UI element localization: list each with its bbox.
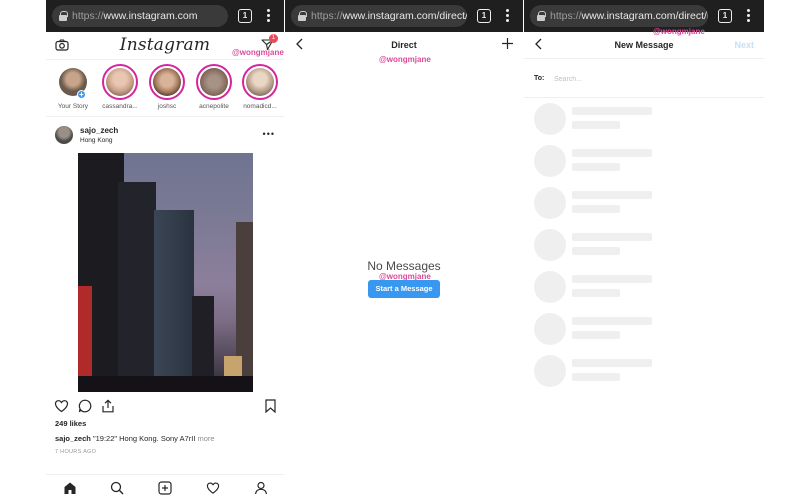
loading-placeholder-row (534, 103, 744, 137)
loading-placeholder-row (534, 187, 744, 221)
story-item[interactable]: nomadicd... (237, 64, 283, 110)
story-your-story[interactable]: + Your Story (50, 64, 96, 110)
heart-icon[interactable] (54, 399, 69, 413)
building-mid (118, 182, 156, 392)
post-actions (46, 398, 284, 416)
like-count[interactable]: 249 likes (55, 419, 86, 428)
street (78, 376, 253, 392)
browser-menu-icon[interactable] (506, 8, 510, 24)
new-message-header: New Message Next (524, 32, 764, 58)
lock-icon (298, 11, 307, 21)
story-ring (102, 64, 138, 100)
watermark-text: @wongmjane (379, 55, 431, 64)
start-message-button[interactable]: Start a Message (368, 280, 440, 298)
next-button[interactable]: Next (734, 40, 754, 50)
address-bar[interactable]: https://www.instagram.com (52, 5, 228, 27)
caption-text: "19:22" Hong Kong. Sony A7rII (90, 434, 198, 443)
story-label: Your Story (57, 103, 89, 110)
story-label: cassandra... (102, 103, 138, 110)
post-caption: sajo_zech "19:22" Hong Kong. Sony A7rII … (55, 434, 278, 443)
share-icon[interactable] (101, 399, 115, 413)
url-text: www.instagram.com (103, 10, 198, 22)
page-title: Direct (391, 40, 417, 50)
loading-placeholder-row (534, 355, 744, 389)
tab-count-button[interactable]: 1 (238, 9, 252, 23)
home-icon[interactable] (63, 481, 77, 495)
activity-heart-icon[interactable] (206, 481, 220, 495)
story-item[interactable]: joshsc (144, 64, 190, 110)
address-bar[interactable]: https://www.instagram.com/direct/n (530, 5, 708, 27)
comment-icon[interactable] (78, 399, 92, 413)
url-text: www.instagram.com/direct/i (342, 10, 467, 22)
new-post-icon[interactable] (158, 481, 172, 495)
story-label: nomadicd... (243, 103, 277, 110)
browser-toolbar: https://www.instagram.com/direct/i 1 (285, 0, 523, 32)
to-label: To: (534, 75, 545, 82)
building-tower (154, 210, 194, 392)
avatar (106, 68, 134, 96)
post-username[interactable]: sajo_zech (80, 126, 118, 135)
post-location[interactable]: Hong Kong (80, 137, 113, 144)
tab-count-button[interactable]: 1 (477, 9, 491, 23)
url-scheme: https:// (311, 10, 343, 22)
browser-toolbar: https://www.instagram.com 1 (46, 0, 284, 32)
more-options-icon[interactable]: ••• (263, 129, 275, 139)
tab-count-button[interactable]: 1 (718, 9, 732, 23)
empty-state-text: No Messages (367, 259, 441, 273)
direct-screen: https://www.instagram.com/direct/i 1 Dir… (285, 0, 523, 500)
loading-placeholder-row (534, 229, 744, 263)
sign-left (78, 286, 92, 386)
recipient-bar: To: (524, 58, 764, 98)
browser-toolbar: https://www.instagram.com/direct/n 1 (524, 0, 764, 32)
url-scheme: https:// (72, 10, 104, 22)
search-icon[interactable] (110, 481, 124, 495)
story-ring (242, 64, 278, 100)
avatar (200, 68, 228, 96)
address-bar[interactable]: https://www.instagram.com/direct/i (291, 5, 467, 27)
loading-placeholder-row (534, 271, 744, 305)
new-message-plus-icon[interactable] (501, 37, 514, 50)
caption-username[interactable]: sajo_zech (55, 434, 91, 443)
post-photo[interactable] (78, 153, 253, 392)
avatar (246, 68, 274, 96)
story-item[interactable]: cassandra... (97, 64, 143, 110)
loading-placeholder-row (534, 313, 744, 347)
recipient-search-input[interactable] (554, 69, 744, 89)
add-story-icon[interactable]: + (77, 90, 86, 99)
url-text: www.instagram.com/direct/n (581, 10, 708, 22)
feed-screen: https://www.instagram.com 1 Instagram 1 … (46, 0, 284, 500)
avatar (153, 68, 181, 96)
new-message-screen: https://www.instagram.com/direct/n 1 @wo… (524, 0, 764, 500)
bottom-navigation (46, 474, 284, 500)
story-ring (196, 64, 232, 100)
lock-icon (59, 11, 68, 21)
caption-more-link[interactable]: more (198, 434, 215, 443)
profile-icon[interactable] (254, 481, 268, 495)
post-timestamp: 7 HOURS AGO (55, 449, 97, 455)
story-ring (149, 64, 185, 100)
browser-menu-icon[interactable] (747, 8, 751, 24)
watermark-text: @wongmjane (232, 48, 284, 57)
post-author-avatar[interactable] (55, 126, 73, 144)
notification-badge: 1 (269, 34, 278, 43)
story-label: joshsc (157, 103, 177, 110)
post-header: sajo_zech Hong Kong ••• (46, 121, 284, 151)
loading-placeholder-row (534, 145, 744, 179)
story-item[interactable]: acnepolite (191, 64, 237, 110)
stories-tray[interactable]: + Your Story cassandra... joshsc acnepol… (46, 61, 284, 117)
lock-icon (537, 11, 546, 21)
browser-menu-icon[interactable] (267, 8, 271, 24)
bookmark-icon[interactable] (265, 399, 276, 413)
page-title: New Message (614, 40, 674, 50)
url-scheme: https:// (550, 10, 582, 22)
story-label: acnepolite (199, 103, 229, 110)
